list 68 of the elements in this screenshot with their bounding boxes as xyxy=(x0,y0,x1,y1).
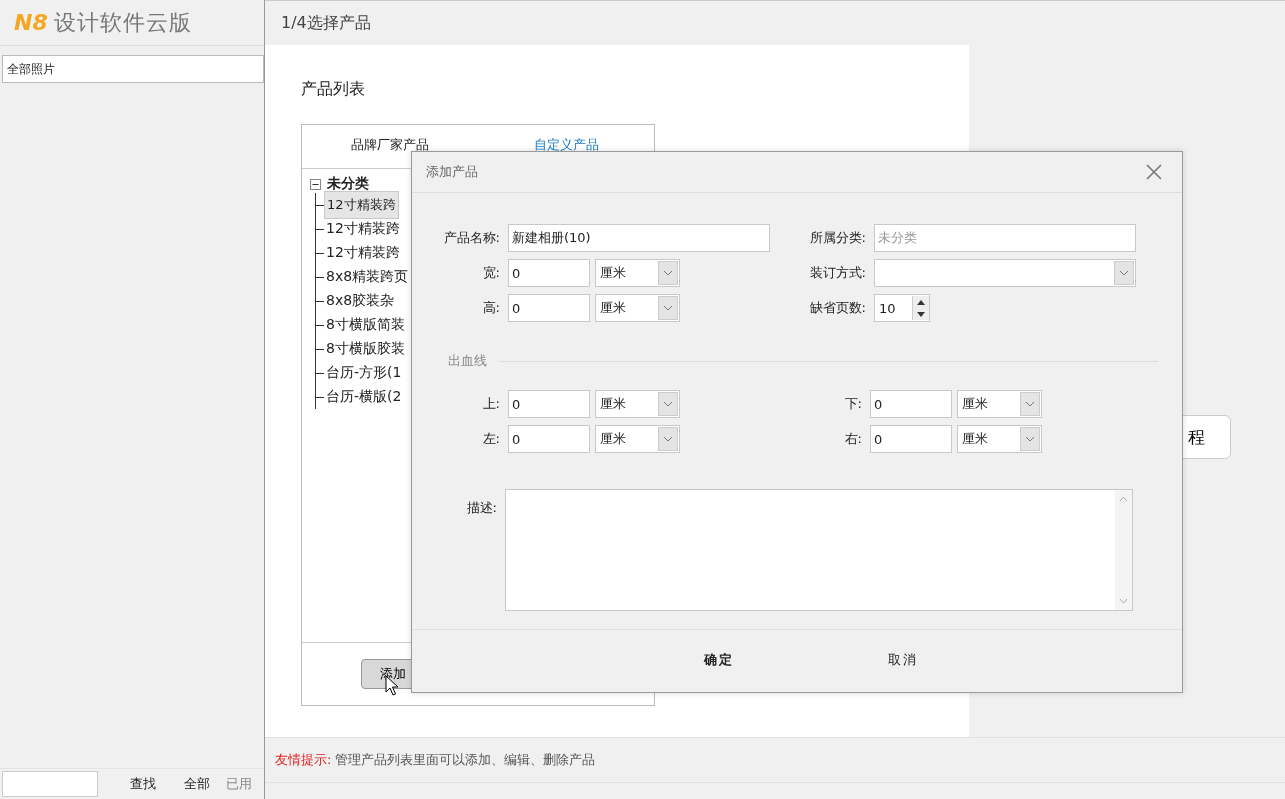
chevron-down-icon xyxy=(663,270,673,276)
field-label: 描述: xyxy=(465,499,498,517)
unit-select[interactable]: 厘米 xyxy=(957,425,1042,453)
tree-item[interactable]: 8x8精装跨页 xyxy=(324,267,411,287)
field-label: 下: xyxy=(843,395,863,413)
field-label: 缺省页数: xyxy=(808,299,867,317)
unit-select[interactable]: 厘米 xyxy=(595,425,680,453)
scroll-down-icon[interactable] xyxy=(1119,598,1128,604)
confirm-button[interactable]: 确定 xyxy=(700,649,738,671)
tree-item[interactable]: 台历-方形(1 xyxy=(324,363,404,383)
search-field[interactable] xyxy=(2,771,98,797)
tree-item[interactable]: 12寸精装跨 xyxy=(324,191,399,219)
size-field[interactable]: 0 xyxy=(508,294,590,322)
unit-select[interactable]: 厘米 xyxy=(595,294,680,322)
all-button[interactable]: 全部 xyxy=(184,775,210,793)
field-label: 上: xyxy=(481,395,501,413)
used-label: 已用 xyxy=(226,775,252,793)
app-title: 设计软件云版 xyxy=(53,8,192,37)
unit-select[interactable]: 厘米 xyxy=(595,390,680,418)
chevron-down-icon xyxy=(663,401,673,407)
dialog-title: 添加产品 xyxy=(426,163,478,181)
field-label: 产品名称: xyxy=(442,229,501,247)
size-field[interactable]: 0 xyxy=(508,390,590,418)
product-tab[interactable]: 自定义产品 xyxy=(478,135,654,154)
field-label: 高: xyxy=(481,299,501,317)
app-logo: N8 xyxy=(14,10,48,35)
tree-item[interactable]: 8寸横版胶装 xyxy=(324,339,407,359)
window-title: 1/4选择产品 xyxy=(281,12,371,34)
section-heading: 产品列表 xyxy=(301,79,366,100)
find-button[interactable]: 查找 xyxy=(130,775,156,793)
field-label: 宽: xyxy=(481,264,501,282)
chevron-down-icon xyxy=(1025,401,1035,407)
binding-select[interactable] xyxy=(874,259,1136,287)
size-field[interactable]: 0 xyxy=(870,425,952,453)
product-tab[interactable]: 品牌厂家产品 xyxy=(302,135,478,154)
tree-category[interactable]: 未分类 xyxy=(327,175,369,193)
text-field[interactable]: 新建相册(10) xyxy=(508,224,770,252)
unit-select[interactable]: 厘米 xyxy=(595,259,680,287)
hint-label: 友情提示: xyxy=(275,751,332,769)
size-field[interactable]: 0 xyxy=(508,425,590,453)
scrollbar[interactable] xyxy=(1115,490,1132,610)
collapse-icon[interactable] xyxy=(310,178,321,190)
size-field[interactable]: 0 xyxy=(870,390,952,418)
tree-item[interactable]: 12寸精装跨 xyxy=(324,219,402,239)
scroll-up-icon[interactable] xyxy=(1119,496,1128,502)
tree-item[interactable]: 12寸精装跨 xyxy=(324,243,402,263)
chevron-down-icon xyxy=(1119,270,1129,276)
field-label: 装订方式: xyxy=(808,264,867,282)
chevron-down-icon xyxy=(663,305,673,311)
description-field[interactable] xyxy=(505,489,1133,611)
tree-item[interactable]: 台历-横版(2 xyxy=(324,387,404,407)
close-icon[interactable] xyxy=(1146,164,1162,180)
down-arrow-icon[interactable] xyxy=(917,311,925,317)
unit-select[interactable]: 厘米 xyxy=(957,390,1042,418)
bleed-legend: 出血线 xyxy=(448,352,499,370)
field-label: 所属分类: xyxy=(808,229,867,247)
field-label: 左: xyxy=(481,430,501,448)
up-arrow-icon[interactable] xyxy=(917,299,925,305)
tree-item[interactable]: 8x8胶装杂 xyxy=(324,291,397,311)
size-field[interactable]: 0 xyxy=(508,259,590,287)
hint-text: 管理产品列表里面可以添加、编辑、删除产品 xyxy=(335,751,596,769)
page-count-spinner[interactable]: 10 xyxy=(874,294,930,322)
cancel-button[interactable]: 取消 xyxy=(884,649,922,671)
tree-item[interactable]: 8寸横版简装 xyxy=(324,315,407,335)
chevron-down-icon xyxy=(663,436,673,442)
field-label: 右: xyxy=(843,430,863,448)
album-select[interactable]: 全部照片 xyxy=(2,55,264,83)
chevron-down-icon xyxy=(1025,436,1035,442)
